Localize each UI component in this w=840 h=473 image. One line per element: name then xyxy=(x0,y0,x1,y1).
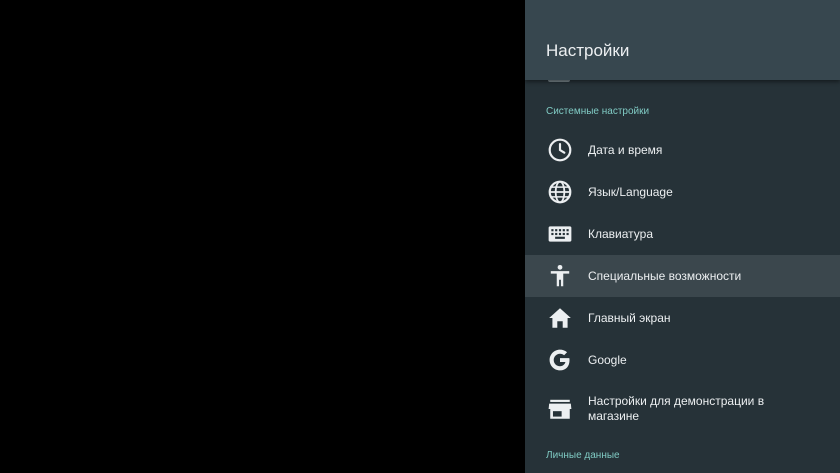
background-content-area xyxy=(0,0,525,473)
menu-item-language[interactable]: Язык/Language xyxy=(525,171,840,213)
store-icon xyxy=(547,396,573,422)
menu-item-keyboard[interactable]: Клавиатура xyxy=(525,213,840,255)
menu-item-label: Настройки для демонстрации в магазине xyxy=(588,394,765,423)
panel-header: Настройки xyxy=(525,0,840,80)
section-title-personal: Личные данные xyxy=(546,450,620,461)
menu-item-date-time[interactable]: Дата и время xyxy=(525,129,840,171)
menu-item-accessibility[interactable]: Специальные возможности xyxy=(525,255,840,297)
tv-screen: Настройки Системные настройки Дата и вре… xyxy=(0,0,840,473)
settings-panel: Настройки Системные настройки Дата и вре… xyxy=(525,0,840,473)
menu-item-label: Главный экран xyxy=(588,310,671,325)
accessibility-icon xyxy=(547,263,573,289)
panel-title: Настройки xyxy=(546,41,630,60)
menu-item-store-demo[interactable]: Настройки для демонстрации в магазине xyxy=(525,381,840,437)
globe-icon xyxy=(547,179,573,205)
partial-icon xyxy=(548,80,570,82)
menu-item-google[interactable]: Google xyxy=(525,339,840,381)
scrolled-item-peek xyxy=(525,80,840,88)
clock-icon xyxy=(547,137,573,163)
keyboard-icon xyxy=(547,221,573,247)
menu-item-label: Клавиатура xyxy=(588,226,653,241)
section-title-system: Системные настройки xyxy=(546,106,650,117)
menu-item-home-screen[interactable]: Главный экран xyxy=(525,297,840,339)
menu-item-label: Язык/Language xyxy=(588,184,673,199)
menu-item-label: Дата и время xyxy=(588,142,663,157)
menu-item-label: Google xyxy=(588,352,627,367)
home-icon xyxy=(547,305,573,331)
menu-item-label: Специальные возможности xyxy=(588,268,742,283)
google-icon xyxy=(547,347,573,373)
